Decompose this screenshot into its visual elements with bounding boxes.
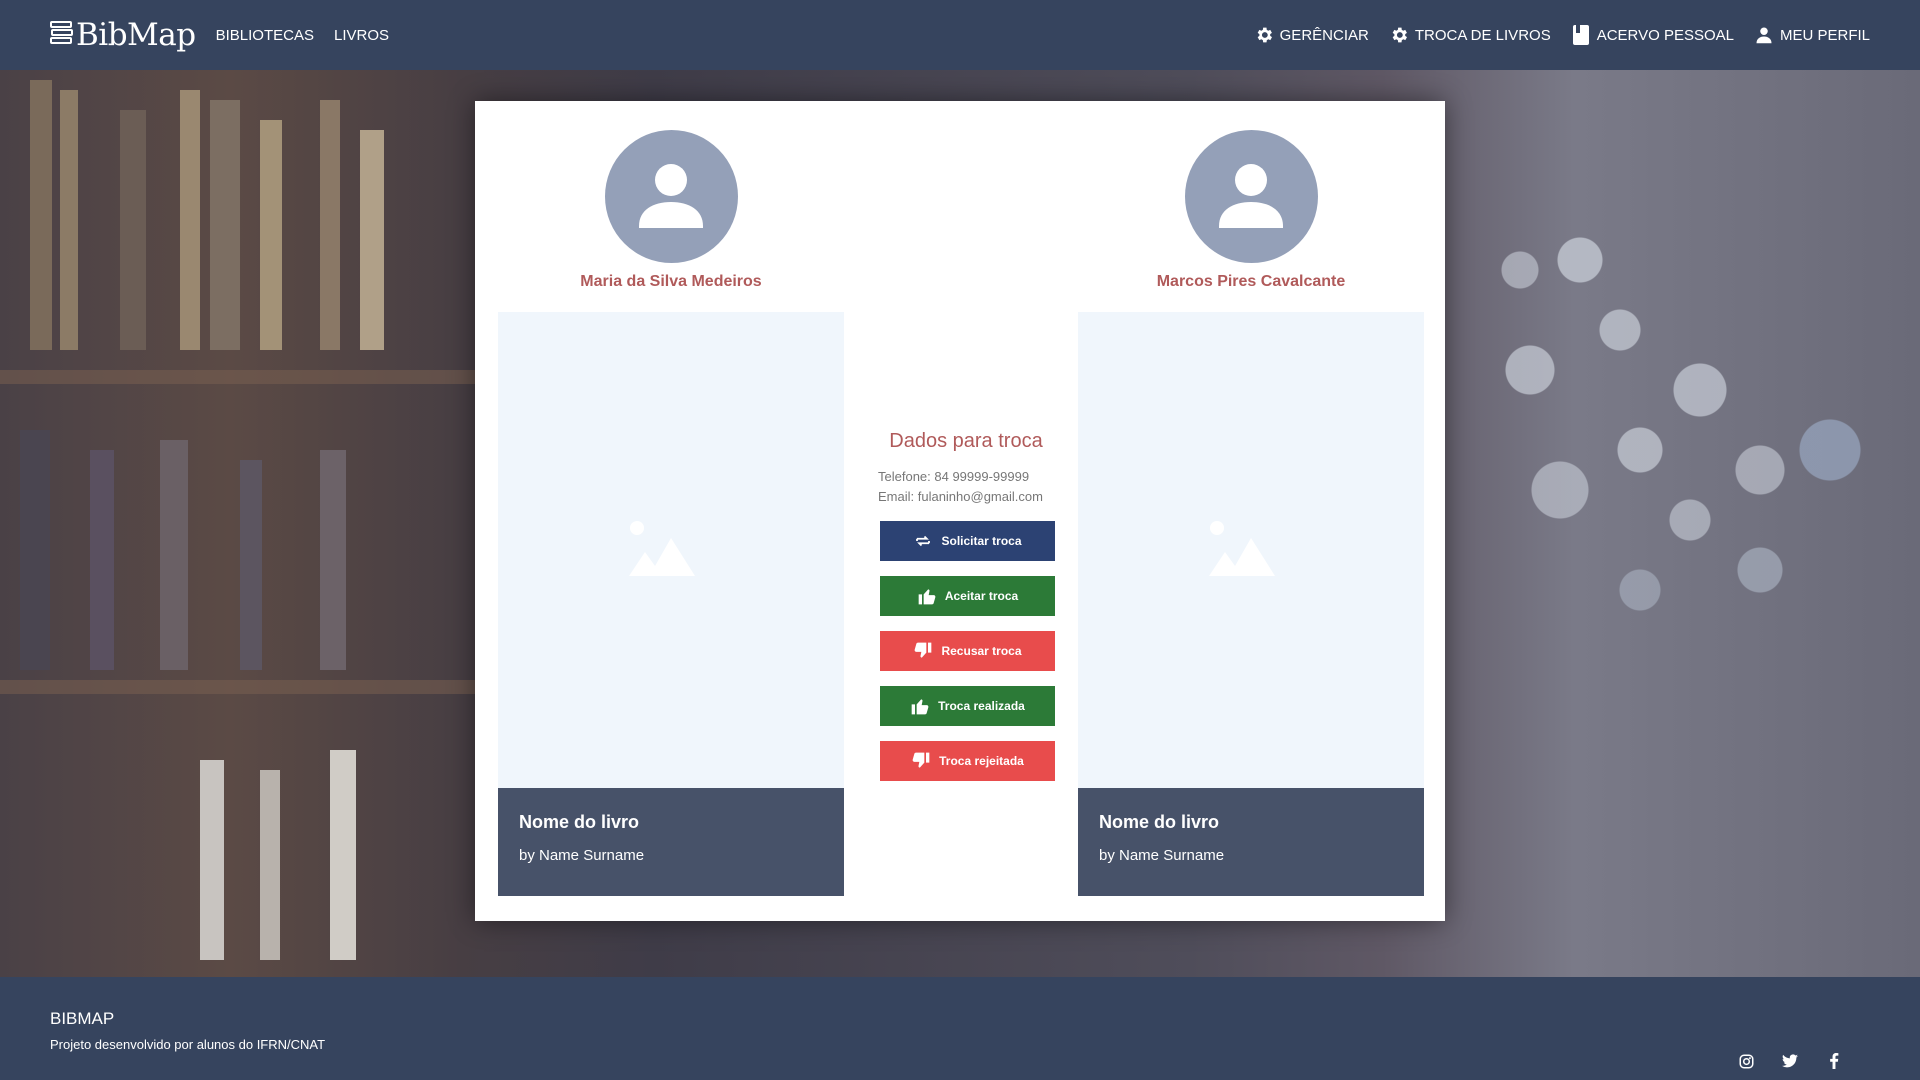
request-trade-button[interactable]: Solicitar troca (880, 521, 1055, 561)
book-trade-card: Maria da Silva Medeiros Marcos Pires Cav… (475, 101, 1445, 921)
footer-brand: BIBMAP Projeto desenvolvido por alunos d… (50, 1009, 325, 1052)
button-label: Aceitar troca (944, 589, 1019, 603)
footer-subtitle: Projeto desenvolvido por alunos do IFRN/… (50, 1037, 326, 1052)
footer: BIBMAP Projeto desenvolvido por alunos d… (0, 977, 1920, 1080)
gear-icon (1389, 25, 1409, 45)
book-info: Nome do livro by Name Surname (1078, 788, 1424, 896)
book-decoration (240, 460, 262, 670)
book-cover-placeholder (1078, 312, 1424, 788)
left-user-profile: Maria da Silva Medeiros (498, 130, 844, 291)
book-icon (1571, 25, 1591, 45)
top-navbar: BibMap BIBLIOTECAS LIVROS GERÊNCIAR TROC… (0, 0, 1920, 70)
logo[interactable]: BibMap (50, 17, 196, 53)
exchange-panel: Dados para troca Telefone: 84 99999-9999… (873, 430, 1059, 796)
right-user-profile: Marcos Pires Cavalcante (1078, 130, 1424, 291)
contact-email: Email: fulaninho@gmail.com (878, 489, 1043, 504)
right-book-card[interactable]: Nome do livro by Name Surname (1078, 312, 1424, 896)
trade-completed-button[interactable]: Troca realizada (880, 686, 1055, 726)
book-decoration (330, 750, 356, 960)
nav-link-label: ACERVO PESSOAL (1596, 26, 1734, 44)
book-title: Nome do livro (519, 812, 640, 832)
nav-link-bibliotecas[interactable]: BIBLIOTECAS (216, 27, 314, 44)
book-decoration (20, 430, 50, 670)
book-decoration (30, 80, 52, 350)
book-decoration (360, 130, 384, 350)
logo-text: BibMap (76, 17, 196, 53)
social-links (1736, 1051, 1844, 1071)
image-placeholder-icon (1209, 518, 1293, 583)
avatar (1184, 130, 1318, 263)
exchange-title: Dados para troca (889, 430, 1043, 452)
book-decoration (320, 450, 346, 670)
book-decoration (160, 440, 188, 670)
button-label: Troca realizada (938, 699, 1025, 713)
trade-rejected-button[interactable]: Troca rejeitada (880, 741, 1055, 781)
book-decoration (260, 120, 282, 350)
book-decoration (90, 450, 114, 670)
nav-left: BibMap BIBLIOTECAS LIVROS (50, 17, 409, 53)
button-label: Solicitar troca (941, 534, 1022, 548)
nav-link-troca-de-livros[interactable]: TROCA DE LIVROS (1389, 25, 1551, 45)
instagram-icon[interactable] (1736, 1051, 1756, 1071)
swap-icon (913, 531, 933, 551)
user-avatar-icon (1211, 154, 1291, 239)
nav-link-livros[interactable]: LIVROS (334, 27, 389, 44)
book-info: Nome do livro by Name Surname (498, 788, 844, 896)
book-decoration (320, 100, 340, 350)
button-label: Recusar troca (941, 644, 1022, 658)
user-avatar-icon (631, 154, 711, 239)
book-decoration (120, 110, 146, 350)
footer-title: BIBMAP (50, 1009, 115, 1028)
shelf-decoration (0, 370, 480, 384)
nav-link-acervo-pessoal[interactable]: ACERVO PESSOAL (1571, 25, 1734, 45)
contact-phone: Telefone: 84 99999-99999 (878, 469, 1030, 484)
book-decoration (180, 90, 200, 350)
accept-trade-button[interactable]: Aceitar troca (880, 576, 1055, 616)
book-decoration (210, 100, 240, 350)
facebook-icon[interactable] (1824, 1051, 1844, 1071)
book-author: by Name Surname (519, 847, 645, 864)
image-placeholder-icon (629, 518, 713, 583)
thumbs-up-icon (910, 696, 930, 716)
refuse-trade-button[interactable]: Recusar troca (880, 631, 1055, 671)
avatar (604, 130, 738, 263)
book-decoration (60, 90, 78, 350)
book-decoration (200, 760, 224, 960)
book-cover-placeholder (498, 312, 844, 788)
books-logo-icon (50, 20, 74, 51)
nav-right: GERÊNCIAR TROCA DE LIVROS ACERVO PESSOAL… (1234, 25, 1870, 45)
nav-link-gerenciar[interactable]: GERÊNCIAR (1254, 25, 1369, 45)
thumbs-down-icon (911, 751, 931, 771)
book-decoration (260, 770, 280, 960)
nav-link-label: GERÊNCIAR (1279, 26, 1369, 44)
nav-link-meu-perfil[interactable]: MEU PERFIL (1754, 25, 1870, 45)
thumbs-down-icon (913, 641, 933, 661)
gear-icon (1254, 25, 1274, 45)
nav-link-label: TROCA DE LIVROS (1414, 26, 1551, 44)
left-user-name: Maria da Silva Medeiros (580, 273, 762, 290)
left-book-card[interactable]: Nome do livro by Name Surname (498, 312, 844, 896)
twitter-icon[interactable] (1780, 1051, 1800, 1071)
thumbs-up-icon (917, 586, 937, 606)
book-title: Nome do livro (1099, 812, 1220, 832)
shelf-decoration (0, 680, 480, 694)
book-author: by Name Surname (1099, 847, 1225, 864)
button-label: Troca rejeitada (939, 754, 1024, 768)
right-user-name: Marcos Pires Cavalcante (1156, 273, 1346, 290)
user-icon (1754, 25, 1774, 45)
nav-link-label: MEU PERFIL (1779, 26, 1870, 44)
